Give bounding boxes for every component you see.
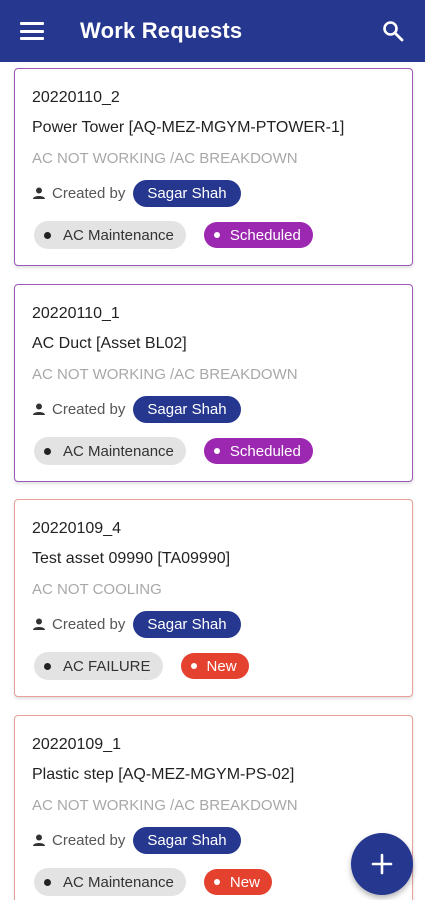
bullet-icon: [213, 879, 220, 885]
created-by-row: Created by Sagar Shah: [32, 395, 241, 423]
category-chip: AC Maintenance: [34, 437, 186, 465]
status-label: New: [206, 657, 237, 675]
creator-chip: Sagar Shah: [133, 610, 241, 638]
category-chip: AC Maintenance: [34, 221, 186, 249]
status-badge: Scheduled: [203, 438, 313, 464]
request-description: AC NOT WORKING /AC BREAKDOWN: [32, 366, 298, 383]
bullet-icon: [213, 448, 220, 454]
category-label: AC Maintenance: [63, 226, 174, 244]
bullet-icon: [44, 231, 51, 239]
work-request-card[interactable]: 20220109_4 Test asset 09990 [TA09990] AC…: [14, 499, 413, 697]
status-label: Scheduled: [229, 442, 301, 460]
created-by-label: Created by: [52, 184, 126, 202]
person-icon: [33, 834, 45, 846]
creator-chip: Sagar Shah: [133, 395, 241, 423]
bullet-icon: [190, 663, 197, 669]
created-by-row: Created by Sagar Shah: [32, 610, 241, 638]
creator-chip: Sagar Shah: [133, 826, 241, 854]
tags-row: AC Maintenance New: [34, 868, 272, 896]
category-label: AC Maintenance: [63, 442, 174, 460]
add-request-button[interactable]: [351, 833, 413, 895]
status-label: New: [229, 873, 260, 891]
category-label: AC FAILURE: [63, 657, 151, 675]
status-label: Scheduled: [229, 226, 301, 244]
request-id: 20220109_4: [32, 520, 121, 537]
plus-icon: [371, 853, 393, 875]
asset-name: Test asset 09990 [TA09990]: [32, 550, 231, 567]
person-icon: [33, 618, 45, 630]
work-request-card[interactable]: 20220110_1 AC Duct [Asset BL02] AC NOT W…: [14, 284, 413, 482]
created-by-row: Created by Sagar Shah: [32, 826, 241, 854]
search-icon[interactable]: [381, 19, 405, 43]
creator-chip: Sagar Shah: [133, 179, 241, 207]
created-by-label: Created by: [52, 615, 126, 633]
work-request-list[interactable]: 20220110_2 Power Tower [AQ-MEZ-MGYM-PTOW…: [0, 62, 425, 900]
category-chip: AC FAILURE: [34, 652, 163, 680]
menu-icon[interactable]: [20, 20, 44, 42]
work-request-card[interactable]: 20220110_2 Power Tower [AQ-MEZ-MGYM-PTOW…: [14, 68, 413, 266]
asset-name: Power Tower [AQ-MEZ-MGYM-PTOWER-1]: [32, 119, 345, 136]
bullet-icon: [213, 232, 220, 238]
request-id: 20220109_1: [32, 736, 121, 753]
status-badge: Scheduled: [203, 222, 313, 248]
request-id: 20220110_1: [32, 305, 120, 322]
created-by-label: Created by: [52, 831, 126, 849]
app-bar: Work Requests: [0, 0, 425, 62]
request-description: AC NOT WORKING /AC BREAKDOWN: [32, 797, 298, 814]
category-chip: AC Maintenance: [34, 868, 186, 896]
page-title: Work Requests: [80, 18, 243, 43]
created-by-label: Created by: [52, 400, 126, 418]
tags-row: AC Maintenance Scheduled: [34, 437, 313, 465]
asset-name: AC Duct [Asset BL02]: [32, 335, 187, 352]
status-badge: New: [180, 653, 249, 679]
person-icon: [33, 187, 45, 199]
person-icon: [33, 403, 45, 415]
request-id: 20220110_2: [32, 89, 120, 106]
category-label: AC Maintenance: [63, 873, 174, 891]
tags-row: AC Maintenance Scheduled: [34, 221, 313, 249]
bullet-icon: [44, 662, 51, 670]
request-description: AC NOT COOLING: [32, 581, 162, 598]
bullet-icon: [44, 447, 51, 455]
status-badge: New: [203, 869, 272, 895]
created-by-row: Created by Sagar Shah: [32, 179, 241, 207]
tags-row: AC FAILURE New: [34, 652, 249, 680]
asset-name: Plastic step [AQ-MEZ-MGYM-PS-02]: [32, 766, 295, 783]
request-description: AC NOT WORKING /AC BREAKDOWN: [32, 150, 298, 167]
bullet-icon: [44, 878, 51, 886]
